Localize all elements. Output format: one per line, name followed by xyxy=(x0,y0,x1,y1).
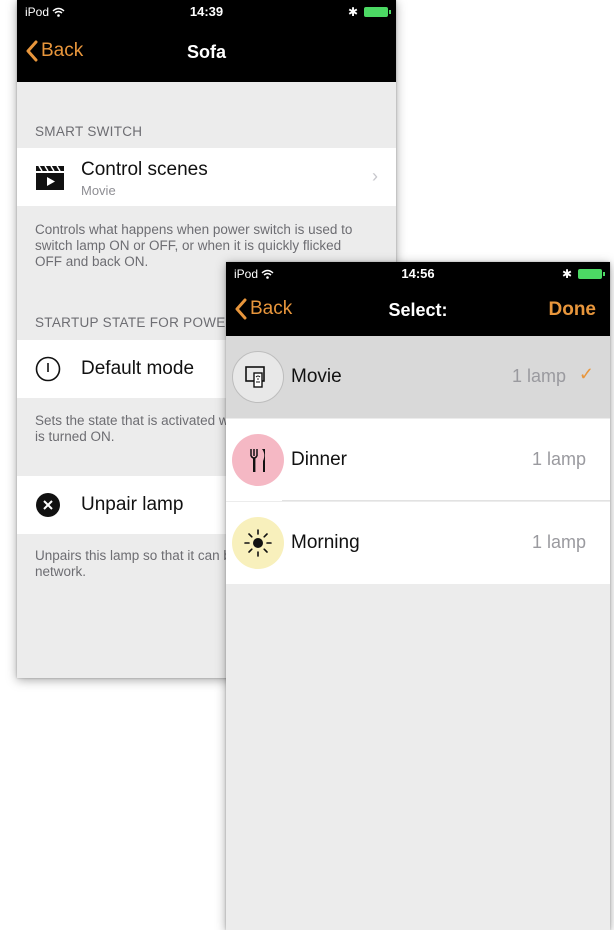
control-scenes-cell[interactable]: Control scenes Movie › xyxy=(17,148,396,206)
fork-knife-icon xyxy=(232,434,284,486)
section-header-smart-switch: SMART SWITCH xyxy=(35,124,143,139)
scene-row-morning[interactable]: Morning 1 lamp xyxy=(226,502,610,584)
done-button[interactable]: Done xyxy=(549,299,597,321)
clapperboard-icon xyxy=(35,165,65,195)
battery-icon xyxy=(578,269,605,279)
navigation-bar: Back Select: Done xyxy=(226,286,610,336)
bluetooth-icon: ✱ xyxy=(561,267,572,281)
control-scenes-subtitle: Movie xyxy=(81,183,116,198)
battery-icon xyxy=(364,7,391,17)
scene-name: Dinner xyxy=(291,449,347,470)
chevron-right-icon: › xyxy=(372,166,378,186)
scene-lamp-count: 1 lamp xyxy=(511,366,566,386)
checkmark-icon: ✓ xyxy=(578,364,594,384)
bluetooth-icon: ✱ xyxy=(347,5,358,19)
page-title: Sofa xyxy=(186,42,226,62)
unpair-lamp-title: Unpair lamp xyxy=(81,494,184,515)
sun-icon xyxy=(232,517,284,569)
scene-name: Morning xyxy=(291,532,360,553)
status-bar: iPod 14:56 ✱ xyxy=(226,262,610,286)
select-scene-screen: iPod 14:56 ✱ Back Select: Done Movie 1 l… xyxy=(226,262,610,930)
status-time: 14:39 xyxy=(189,4,224,19)
control-scenes-title: Control scenes xyxy=(81,159,208,180)
scene-lamp-count: 1 lamp xyxy=(531,449,586,469)
scene-row-dinner[interactable]: Dinner 1 lamp xyxy=(226,419,610,501)
close-circle-icon xyxy=(35,492,61,523)
scene-name: Movie xyxy=(291,366,342,387)
scene-row-movie[interactable]: Movie 1 lamp ✓ xyxy=(226,336,610,418)
power-icon xyxy=(35,356,61,387)
remote-icon xyxy=(232,351,284,403)
scene-lamp-count: 1 lamp xyxy=(531,532,586,552)
navigation-bar: Back Sofa xyxy=(17,24,396,82)
default-mode-title: Default mode xyxy=(81,358,195,379)
status-time: 14:56 xyxy=(401,266,435,281)
status-bar: iPod 14:39 ✱ xyxy=(17,0,396,24)
